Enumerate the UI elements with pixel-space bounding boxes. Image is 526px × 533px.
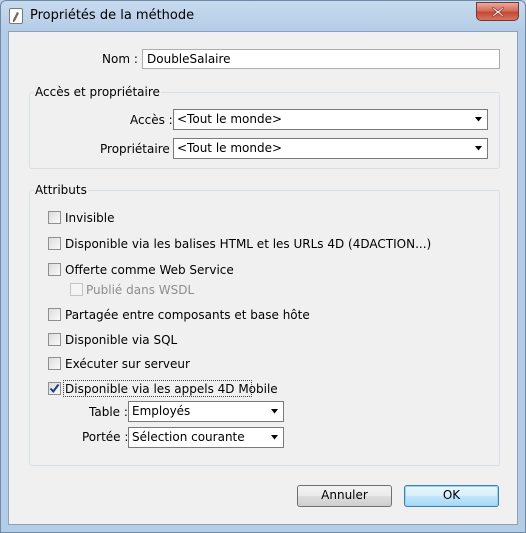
- ok-button[interactable]: OK: [404, 485, 499, 507]
- sql-checkbox[interactable]: [48, 333, 61, 346]
- window-title: Propriétés de la méthode: [30, 8, 195, 23]
- access-select[interactable]: <Tout le monde>: [173, 109, 488, 130]
- scope-select[interactable]: Sélection courante: [128, 427, 284, 448]
- dialog-window: Propriétés de la méthode Nom : DoubleSal…: [0, 0, 526, 533]
- method-document-icon: [9, 8, 23, 24]
- title-bar[interactable]: Propriétés de la méthode: [1, 1, 525, 31]
- access-select-value: <Tout le monde>: [177, 112, 283, 126]
- close-x-icon: [492, 7, 504, 17]
- wsdl-checkbox[interactable]: [70, 283, 83, 296]
- owner-label: Propriétaire :: [100, 142, 178, 156]
- html-tags-label[interactable]: Disponible via les balises HTML et les U…: [65, 237, 431, 251]
- invisible-label[interactable]: Invisible: [65, 211, 115, 225]
- table-select-value: Employés: [132, 404, 191, 418]
- mobile-checkbox[interactable]: [48, 382, 61, 395]
- attributes-group-title: Attributs: [34, 183, 88, 197]
- server-label[interactable]: Exécuter sur serveur: [65, 357, 190, 371]
- shared-checkbox[interactable]: [48, 308, 61, 321]
- access-label: Accès :: [130, 113, 173, 127]
- checkmark-icon: [49, 383, 60, 394]
- close-button[interactable]: [476, 2, 519, 21]
- dialog-content: Nom : DoubleSalaire Accès et propriétair…: [8, 31, 518, 525]
- name-input[interactable]: DoubleSalaire: [142, 49, 500, 69]
- chevron-down-icon: [475, 146, 482, 151]
- access-owner-group-title: Accès et propriétaire: [34, 85, 161, 99]
- scope-select-value: Sélection courante: [132, 430, 245, 444]
- cancel-button[interactable]: Annuler: [297, 485, 392, 507]
- table-label: Table :: [89, 405, 128, 419]
- mobile-label[interactable]: Disponible via les appels 4D Mobile: [65, 382, 278, 396]
- name-label: Nom :: [102, 52, 138, 66]
- chevron-down-icon: [271, 435, 278, 440]
- sql-label[interactable]: Disponible via SQL: [65, 333, 177, 347]
- chevron-down-icon: [475, 117, 482, 122]
- attributes-group: [29, 190, 500, 466]
- scope-label: Portée :: [82, 430, 129, 444]
- web-service-checkbox[interactable]: [48, 263, 61, 276]
- shared-label[interactable]: Partagée entre composants et base hôte: [65, 308, 310, 322]
- web-service-label[interactable]: Offerte comme Web Service: [65, 263, 234, 277]
- chevron-down-icon: [271, 409, 278, 414]
- table-select[interactable]: Employés: [128, 401, 284, 422]
- wsdl-label: Publié dans WSDL: [86, 283, 195, 297]
- html-tags-checkbox[interactable]: [48, 237, 61, 250]
- owner-select-value: <Tout le monde>: [177, 141, 283, 155]
- invisible-checkbox[interactable]: [48, 211, 61, 224]
- server-checkbox[interactable]: [48, 357, 61, 370]
- owner-select[interactable]: <Tout le monde>: [173, 138, 488, 159]
